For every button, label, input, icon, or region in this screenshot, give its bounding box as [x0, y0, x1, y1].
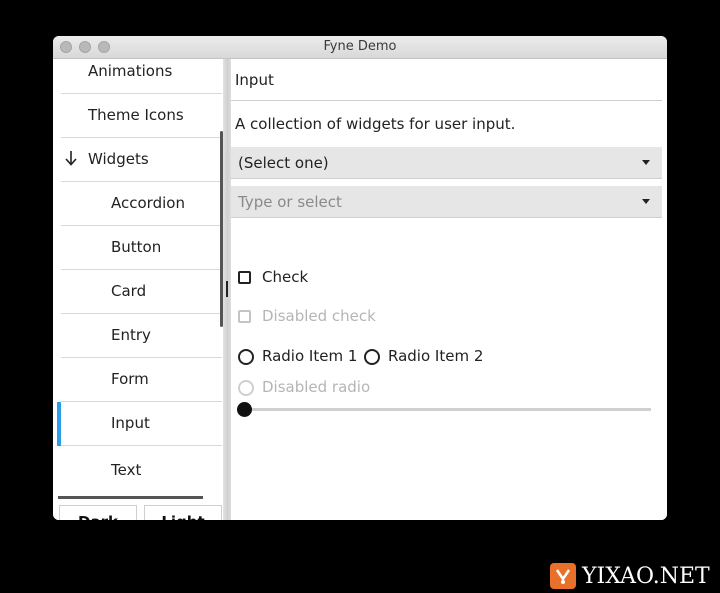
- sidebar-item-widgets[interactable]: Widgets: [61, 138, 222, 182]
- slider-track[interactable]: [241, 408, 651, 411]
- light-theme-button[interactable]: Light: [144, 505, 222, 520]
- split-handle[interactable]: [226, 281, 228, 297]
- sidebar-item-label: Input: [111, 414, 150, 432]
- sidebar-item-input[interactable]: Input: [57, 402, 222, 446]
- sidebar-item-label: Animations: [88, 62, 173, 80]
- sidebar-item-label: Theme Icons: [88, 106, 184, 124]
- sidebar-item-label: Entry: [111, 326, 151, 344]
- disabled-radio-label: Disabled radio: [262, 378, 371, 396]
- app-window: Fyne Demo Animations Theme Icons Widgets…: [53, 36, 667, 520]
- content-panel: Input A collection of widgets for user i…: [231, 59, 667, 520]
- page-intro: A collection of widgets for user input.: [235, 115, 516, 133]
- title-divider: [231, 100, 662, 101]
- select-entry-placeholder: Type or select: [238, 193, 342, 211]
- radio-unselected-icon: [238, 349, 254, 365]
- sidebar-item-button[interactable]: Button: [61, 226, 222, 270]
- title-bar: Fyne Demo: [53, 36, 667, 59]
- sidebar-item-animations[interactable]: Animations: [61, 59, 222, 94]
- arrow-down-icon: [65, 151, 77, 166]
- watermark-text: YIXAO.NET: [582, 564, 710, 589]
- radio-unselected-icon: [364, 349, 380, 365]
- window-title: Fyne Demo: [323, 39, 397, 54]
- sidebar-item-card[interactable]: Card: [61, 270, 222, 314]
- radio-disabled-icon: [238, 380, 254, 396]
- radio-item-2-label: Radio Item 2: [388, 347, 484, 365]
- sidebar-nav: Animations Theme Icons Widgets Accordion…: [53, 59, 228, 520]
- sidebar-item-label: Accordion: [111, 194, 185, 212]
- check-label: Check: [262, 268, 309, 286]
- slider-thumb[interactable]: [237, 402, 252, 417]
- sidebar-item-text[interactable]: Text: [61, 446, 222, 490]
- watermark-logo-icon: [550, 563, 576, 589]
- select-value: (Select one): [238, 154, 329, 172]
- dark-theme-button[interactable]: Dark: [59, 505, 137, 520]
- sidebar-item-label: Card: [111, 282, 147, 300]
- sidebar-item-accordion[interactable]: Accordion: [61, 182, 222, 226]
- checkbox-disabled-icon: [238, 310, 251, 323]
- select-entry-input[interactable]: Type or select: [231, 186, 662, 218]
- sidebar-item-entry[interactable]: Entry: [61, 314, 222, 358]
- sidebar-horizontal-scrollbar[interactable]: [58, 496, 203, 499]
- disabled-check-label: Disabled check: [262, 307, 376, 325]
- checkbox-unchecked-icon: [238, 271, 251, 284]
- sidebar-item-label: Form: [111, 370, 149, 388]
- page-title: Input: [235, 71, 274, 89]
- caret-down-icon: [642, 160, 650, 165]
- sidebar-item-label: Widgets: [88, 150, 149, 168]
- sidebar-item-theme-icons[interactable]: Theme Icons: [61, 94, 222, 138]
- select-dropdown[interactable]: (Select one): [231, 147, 662, 179]
- sidebar-item-label: Text: [111, 461, 142, 479]
- caret-down-icon: [642, 199, 650, 204]
- radio-item-1-label: Radio Item 1: [262, 347, 358, 365]
- sidebar-item-form[interactable]: Form: [61, 358, 222, 402]
- sidebar-item-label: Button: [111, 238, 162, 256]
